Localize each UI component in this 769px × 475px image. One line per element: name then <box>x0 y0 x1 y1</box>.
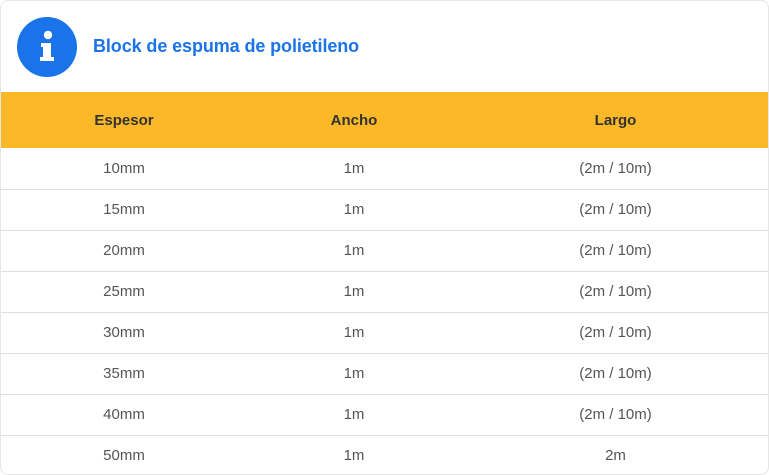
cell-largo: (2m / 10m) <box>579 201 652 218</box>
column-header-espesor: Espesor <box>94 111 154 129</box>
card-header: Block de espuma de polietileno <box>1 1 768 92</box>
cell-largo: 2m <box>605 447 626 465</box>
cell-espesor: 50mm <box>103 447 145 465</box>
cell-espesor: 15mm <box>103 201 145 218</box>
cell-espesor: 40mm <box>103 406 145 423</box>
table-row: 30mm 1m (2m / 10m) <box>1 312 768 353</box>
column-header-ancho: Ancho <box>330 111 378 129</box>
card-title: Block de espuma de polietileno <box>93 36 360 56</box>
cell-largo: (2m / 10m) <box>579 242 652 259</box>
cell-largo: (2m / 10m) <box>579 159 652 177</box>
cell-ancho: 1m <box>343 447 365 465</box>
cell-espesor: 25mm <box>103 283 145 300</box>
column-header-largo: Largo <box>594 111 637 129</box>
specs-table: Espesor Ancho Largo 10mm 1m (2m / 10m) 1… <box>1 92 768 474</box>
cell-ancho: 1m <box>343 283 365 300</box>
cell-largo: (2m / 10m) <box>579 406 652 423</box>
table-row: 40mm 1m (2m / 10m) <box>1 394 768 435</box>
cell-ancho: 1m <box>343 365 365 382</box>
cell-ancho: 1m <box>343 406 365 423</box>
cell-largo: (2m / 10m) <box>579 324 652 341</box>
cell-espesor: 10mm <box>103 159 145 177</box>
cell-espesor: 35mm <box>103 365 145 382</box>
cell-espesor: 30mm <box>103 324 145 341</box>
table-row: 10mm 1m (2m / 10m) <box>1 148 768 189</box>
cell-ancho: 1m <box>343 242 365 259</box>
product-info-card: Block de espuma de polietileno Espesor A… <box>0 0 769 475</box>
cell-ancho: 1m <box>343 201 365 218</box>
cell-espesor: 20mm <box>103 242 145 259</box>
table-row: 35mm 1m (2m / 10m) <box>1 353 768 394</box>
info-glyph-icon <box>40 30 54 61</box>
table-row: 25mm 1m (2m / 10m) <box>1 271 768 312</box>
info-icon <box>17 16 77 77</box>
table-row: 15mm 1m (2m / 10m) <box>1 189 768 230</box>
table-row: 20mm 1m (2m / 10m) <box>1 230 768 271</box>
cell-ancho: 1m <box>343 159 365 177</box>
cell-largo: (2m / 10m) <box>579 365 652 382</box>
table-header-row: Espesor Ancho Largo <box>1 92 768 148</box>
cell-ancho: 1m <box>343 324 365 341</box>
cell-largo: (2m / 10m) <box>579 283 652 300</box>
table-row: 50mm 1m 2m <box>1 435 768 474</box>
